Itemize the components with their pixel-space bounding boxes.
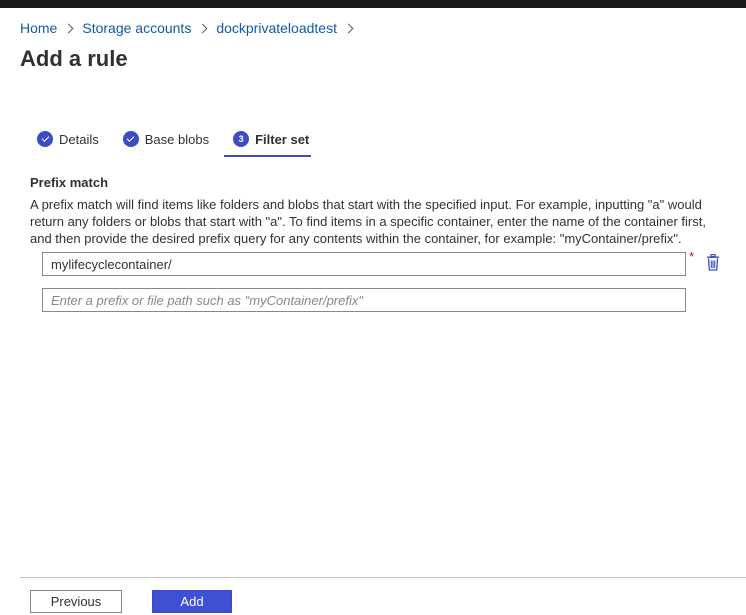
tab-label: Filter set — [255, 131, 310, 147]
tab-details[interactable]: Details — [37, 128, 99, 150]
tab-base-blobs[interactable]: Base blobs — [122, 128, 210, 150]
tab-label: Details — [59, 131, 99, 147]
new-prefix-input[interactable]: Enter a prefix or file path such as "myC… — [42, 288, 686, 312]
breadcrumb-home[interactable]: Home — [20, 20, 57, 36]
step-number-badge: 3 — [233, 131, 250, 147]
breadcrumb-storage-accounts[interactable]: Storage accounts — [82, 20, 191, 36]
breadcrumb: Home Storage accounts dockprivateloadtes… — [20, 19, 362, 37]
page-title: Add a rule — [20, 46, 128, 71]
breadcrumb-storage-account[interactable]: dockprivateloadtest — [216, 20, 337, 36]
add-button[interactable]: Add — [152, 590, 232, 613]
wizard-tabs: Details Base blobs 3 Filter set — [37, 128, 312, 158]
previous-button[interactable]: Previous — [30, 590, 122, 613]
chevron-right-icon — [63, 23, 74, 33]
tab-label: Base blobs — [144, 131, 210, 147]
top-bar — [0, 0, 746, 8]
chevron-right-icon — [197, 23, 208, 33]
top-bar-dark — [0, 0, 746, 8]
new-prefix-placeholder: Enter a prefix or file path such as "myC… — [51, 292, 363, 308]
footer-divider — [20, 577, 746, 578]
prefix-input[interactable]: mylifecyclecontainer/ — [42, 252, 686, 276]
checkmark-icon — [122, 131, 139, 147]
required-indicator: * — [689, 249, 695, 264]
prefix-input-value: mylifecyclecontainer/ — [51, 256, 172, 272]
section-title: Prefix match — [30, 175, 109, 190]
checkmark-icon — [37, 131, 53, 147]
section-description: A prefix match will find items like fold… — [30, 197, 706, 246]
trash-icon[interactable] — [705, 254, 721, 271]
chevron-right-icon — [343, 23, 354, 33]
tab-filter-set[interactable]: 3 Filter set — [224, 128, 312, 157]
